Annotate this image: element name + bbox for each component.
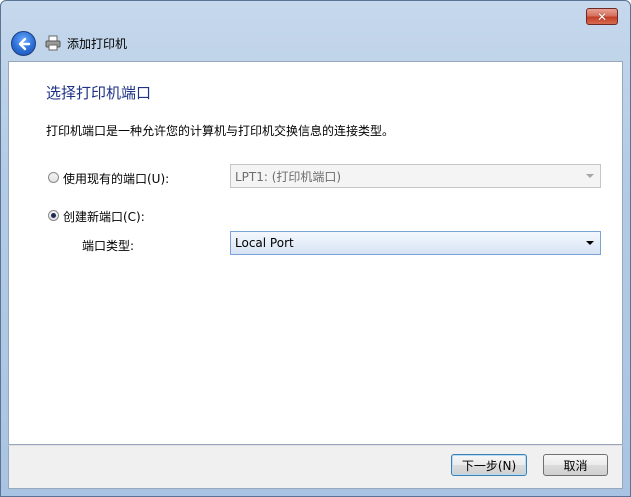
close-icon: ✕ xyxy=(596,9,608,24)
existing-port-label[interactable]: 使用现有的端口(U): xyxy=(63,170,169,187)
chevron-down-icon xyxy=(586,174,594,178)
next-button[interactable]: 下一步(N) xyxy=(451,454,527,476)
page-title: 选择打印机端口 xyxy=(46,84,152,102)
port-type-select[interactable]: Local Port xyxy=(230,231,601,255)
page-description: 打印机端口是一种允许您的计算机与打印机交换信息的连接类型。 xyxy=(46,124,395,138)
button-bar: 下一步(N) 取消 xyxy=(8,445,623,489)
port-type-label: 端口类型: xyxy=(82,239,135,253)
close-button[interactable]: ✕ xyxy=(586,8,618,25)
back-button[interactable] xyxy=(11,31,36,56)
new-port-radio[interactable] xyxy=(48,210,59,221)
existing-port-select[interactable]: LPT1: (打印机端口) xyxy=(230,164,601,188)
existing-port-radio[interactable] xyxy=(48,172,59,183)
back-arrow-icon xyxy=(18,37,30,50)
existing-port-value: LPT1: (打印机端口) xyxy=(235,169,342,184)
wizard-content: 选择打印机端口 打印机端口是一种允许您的计算机与打印机交换信息的连接类型。 使用… xyxy=(8,61,623,445)
new-port-label[interactable]: 创建新端口(C): xyxy=(63,208,145,225)
printer-icon xyxy=(45,35,61,51)
cancel-button[interactable]: 取消 xyxy=(543,454,608,476)
chevron-down-icon xyxy=(586,241,594,245)
window-title: 添加打印机 xyxy=(67,37,128,51)
port-type-value: Local Port xyxy=(235,236,294,250)
